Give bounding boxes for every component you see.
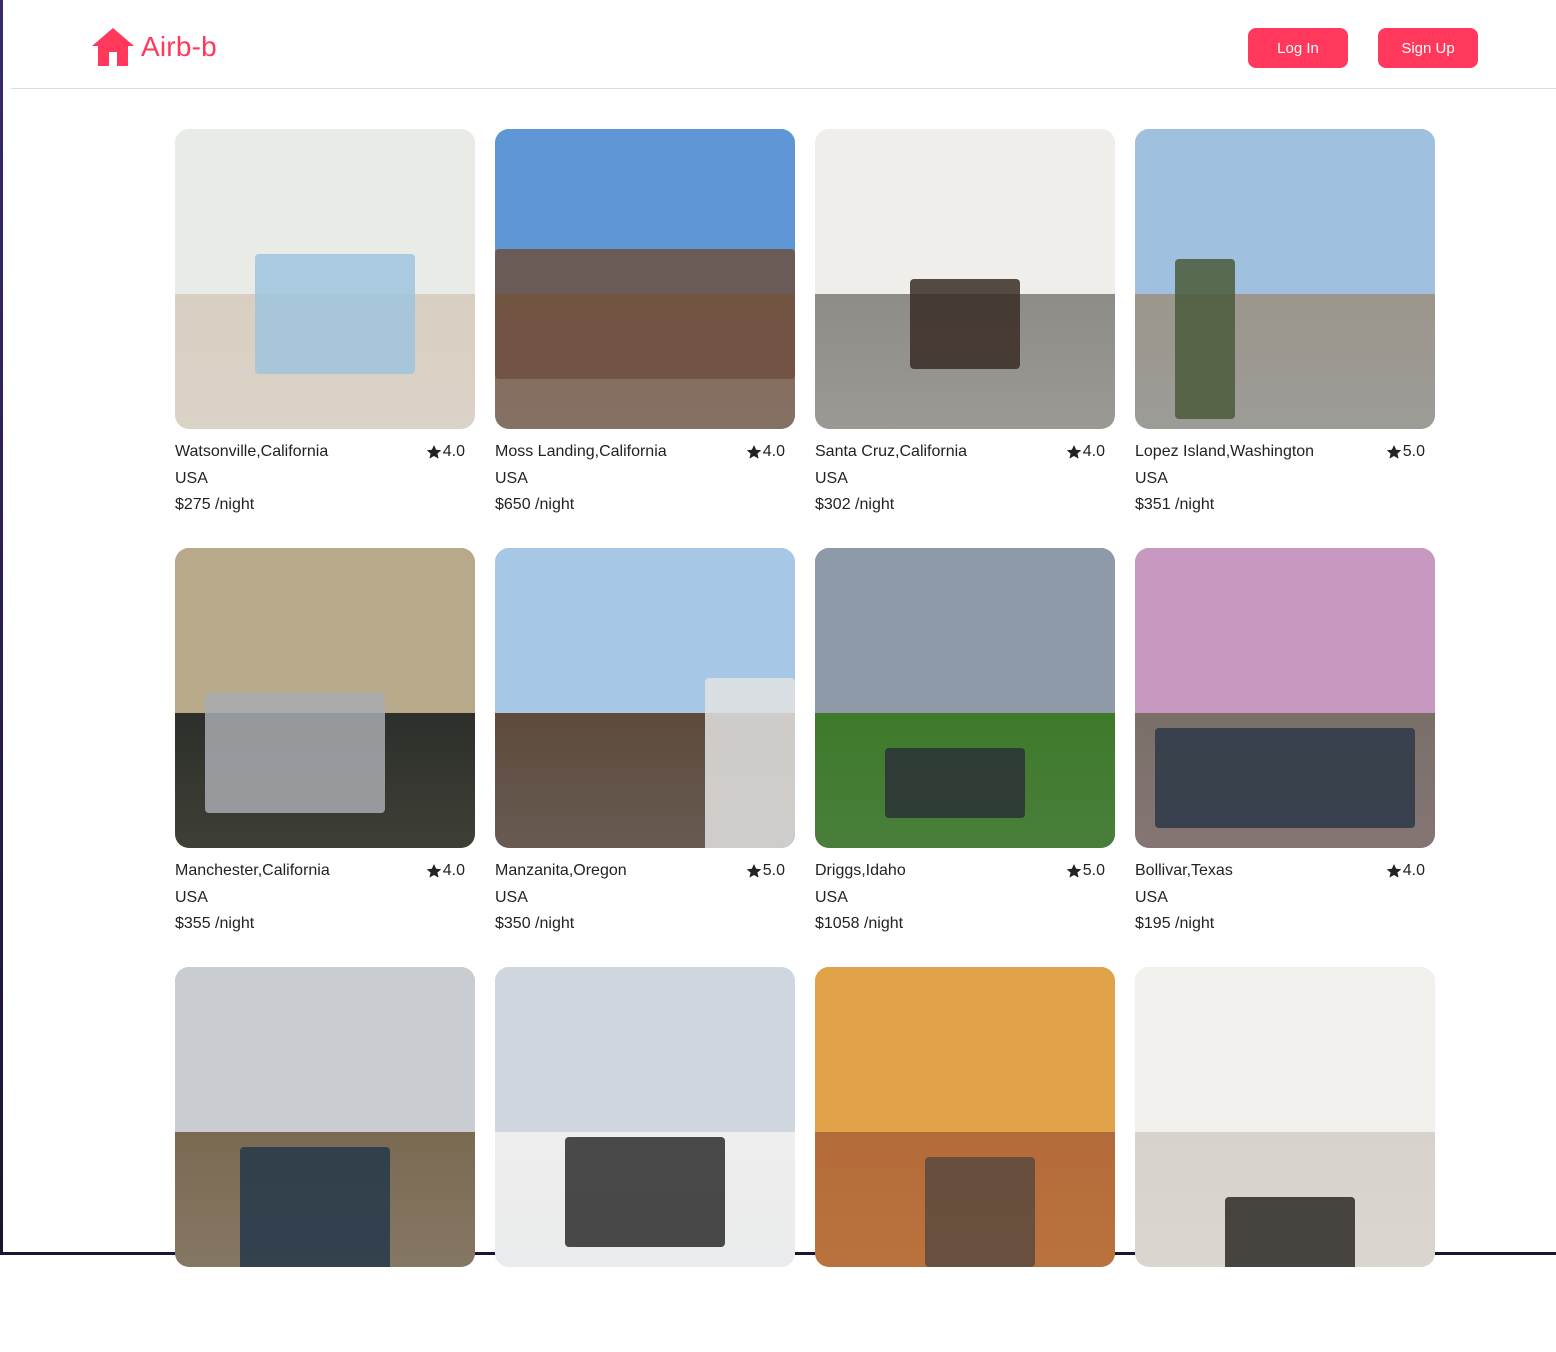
listing-rating: 4.0 — [426, 862, 465, 880]
listing-price: $302 /night — [815, 496, 895, 513]
listing-info: Bollivar,Texas 4.0 USA $195 /night — [1135, 848, 1435, 933]
login-button[interactable]: Log In — [1248, 28, 1348, 68]
brand-logo[interactable]: Airb-b — [90, 24, 217, 70]
star-icon — [1386, 863, 1402, 879]
listing-country: USA — [1135, 470, 1168, 487]
listing-price: $1058 /night — [815, 915, 904, 932]
listing-location: Driggs,Idaho — [815, 862, 906, 879]
star-icon — [426, 444, 442, 460]
listing-price: $650 /night — [495, 496, 575, 513]
rating-value: 4.0 — [442, 443, 465, 460]
top-navbar: Airb-b Log In Sign Up — [11, 0, 1556, 89]
listing-photo[interactable] — [815, 967, 1115, 1267]
listing-location: Lopez Island,Washington — [1135, 443, 1315, 460]
listing-info: Lopez Island,Washington 5.0 USA $351 /ni… — [1135, 429, 1435, 514]
star-icon — [426, 863, 442, 879]
listing-photo[interactable] — [815, 548, 1115, 848]
listing-card[interactable]: Lopez Island,Washington 5.0 USA $351 /ni… — [1135, 129, 1435, 514]
rating-value: 5.0 — [1402, 443, 1425, 460]
listing-photo[interactable] — [815, 129, 1115, 429]
listing-photo[interactable] — [175, 967, 475, 1267]
listing-info: Santa Cruz,California 4.0 USA $302 /nigh… — [815, 429, 1115, 514]
listing-country: USA — [495, 889, 528, 906]
listing-location: Manzanita,Oregon — [495, 862, 627, 879]
listing-info: Driggs,Idaho 5.0 USA $1058 /night — [815, 848, 1115, 933]
rating-value: 4.0 — [1402, 862, 1425, 879]
listing-card[interactable]: Manzanita,Oregon 5.0 USA $350 /night — [495, 548, 795, 933]
rating-value: 4.0 — [442, 862, 465, 879]
listing-rating: 5.0 — [1066, 862, 1105, 880]
listing-country: USA — [815, 889, 848, 906]
listing-price: $355 /night — [175, 915, 255, 932]
rating-value: 5.0 — [1082, 862, 1105, 879]
listing-info: Watsonville,California 4.0 USA $275 /nig… — [175, 429, 475, 514]
listing-card[interactable] — [1135, 967, 1435, 1352]
listing-info: Manchester,California 4.0 USA $355 /nigh… — [175, 848, 475, 933]
listing-photo[interactable] — [1135, 129, 1435, 429]
star-icon — [746, 863, 762, 879]
listing-rating: 4.0 — [426, 443, 465, 461]
listing-price: $350 /night — [495, 915, 575, 932]
listing-photo[interactable] — [495, 967, 795, 1267]
listing-photo[interactable] — [495, 129, 795, 429]
listing-location: Santa Cruz,California — [815, 443, 968, 460]
listing-card[interactable]: Moss Landing,California 4.0 USA $650 /ni… — [495, 129, 795, 514]
listing-photo[interactable] — [175, 129, 475, 429]
brand-name: Airb-b — [141, 31, 217, 62]
listing-country: USA — [175, 470, 208, 487]
listing-rating: 4.0 — [1386, 862, 1425, 880]
listing-country: USA — [495, 470, 528, 487]
listing-card[interactable]: Watsonville,California 4.0 USA $275 /nig… — [175, 129, 475, 514]
listing-photo[interactable] — [495, 548, 795, 848]
star-icon — [746, 444, 762, 460]
rating-value: 4.0 — [762, 443, 785, 460]
listing-country: USA — [175, 889, 208, 906]
listings-grid: Watsonville,California 4.0 USA $275 /nig… — [175, 129, 1435, 1352]
listing-photo[interactable] — [1135, 548, 1435, 848]
star-icon — [1066, 863, 1082, 879]
listing-location: Manchester,California — [175, 862, 330, 879]
star-icon — [1386, 444, 1402, 460]
listing-photo[interactable] — [175, 548, 475, 848]
listing-country: USA — [815, 470, 848, 487]
listing-card[interactable]: Santa Cruz,California 4.0 USA $302 /nigh… — [815, 129, 1115, 514]
listing-rating: 5.0 — [746, 862, 785, 880]
listing-info: Moss Landing,California 4.0 USA $650 /ni… — [495, 429, 795, 514]
listing-rating: 5.0 — [1386, 443, 1425, 461]
listing-card[interactable] — [495, 967, 795, 1352]
listing-info: Manzanita,Oregon 5.0 USA $350 /night — [495, 848, 795, 933]
listing-card[interactable]: Driggs,Idaho 5.0 USA $1058 /night — [815, 548, 1115, 933]
listing-card[interactable]: Bollivar,Texas 4.0 USA $195 /night — [1135, 548, 1435, 933]
rating-value: 4.0 — [1082, 443, 1105, 460]
house-icon — [90, 26, 136, 68]
listing-card[interactable]: Manchester,California 4.0 USA $355 /nigh… — [175, 548, 475, 933]
listing-location: Moss Landing,California — [495, 443, 667, 460]
listing-photo[interactable] — [1135, 967, 1435, 1267]
listing-price: $195 /night — [1135, 915, 1215, 932]
listing-price: $351 /night — [1135, 496, 1215, 513]
listing-rating: 4.0 — [1066, 443, 1105, 461]
listing-location: Watsonville,California — [175, 443, 329, 460]
listing-location: Bollivar,Texas — [1135, 862, 1233, 879]
listing-country: USA — [1135, 889, 1168, 906]
window-edge — [0, 0, 3, 1255]
rating-value: 5.0 — [762, 862, 785, 879]
listing-rating: 4.0 — [746, 443, 785, 461]
signup-button[interactable]: Sign Up — [1378, 28, 1478, 68]
listing-card[interactable] — [815, 967, 1115, 1352]
listing-card[interactable] — [175, 967, 475, 1352]
listing-price: $275 /night — [175, 496, 255, 513]
star-icon — [1066, 444, 1082, 460]
